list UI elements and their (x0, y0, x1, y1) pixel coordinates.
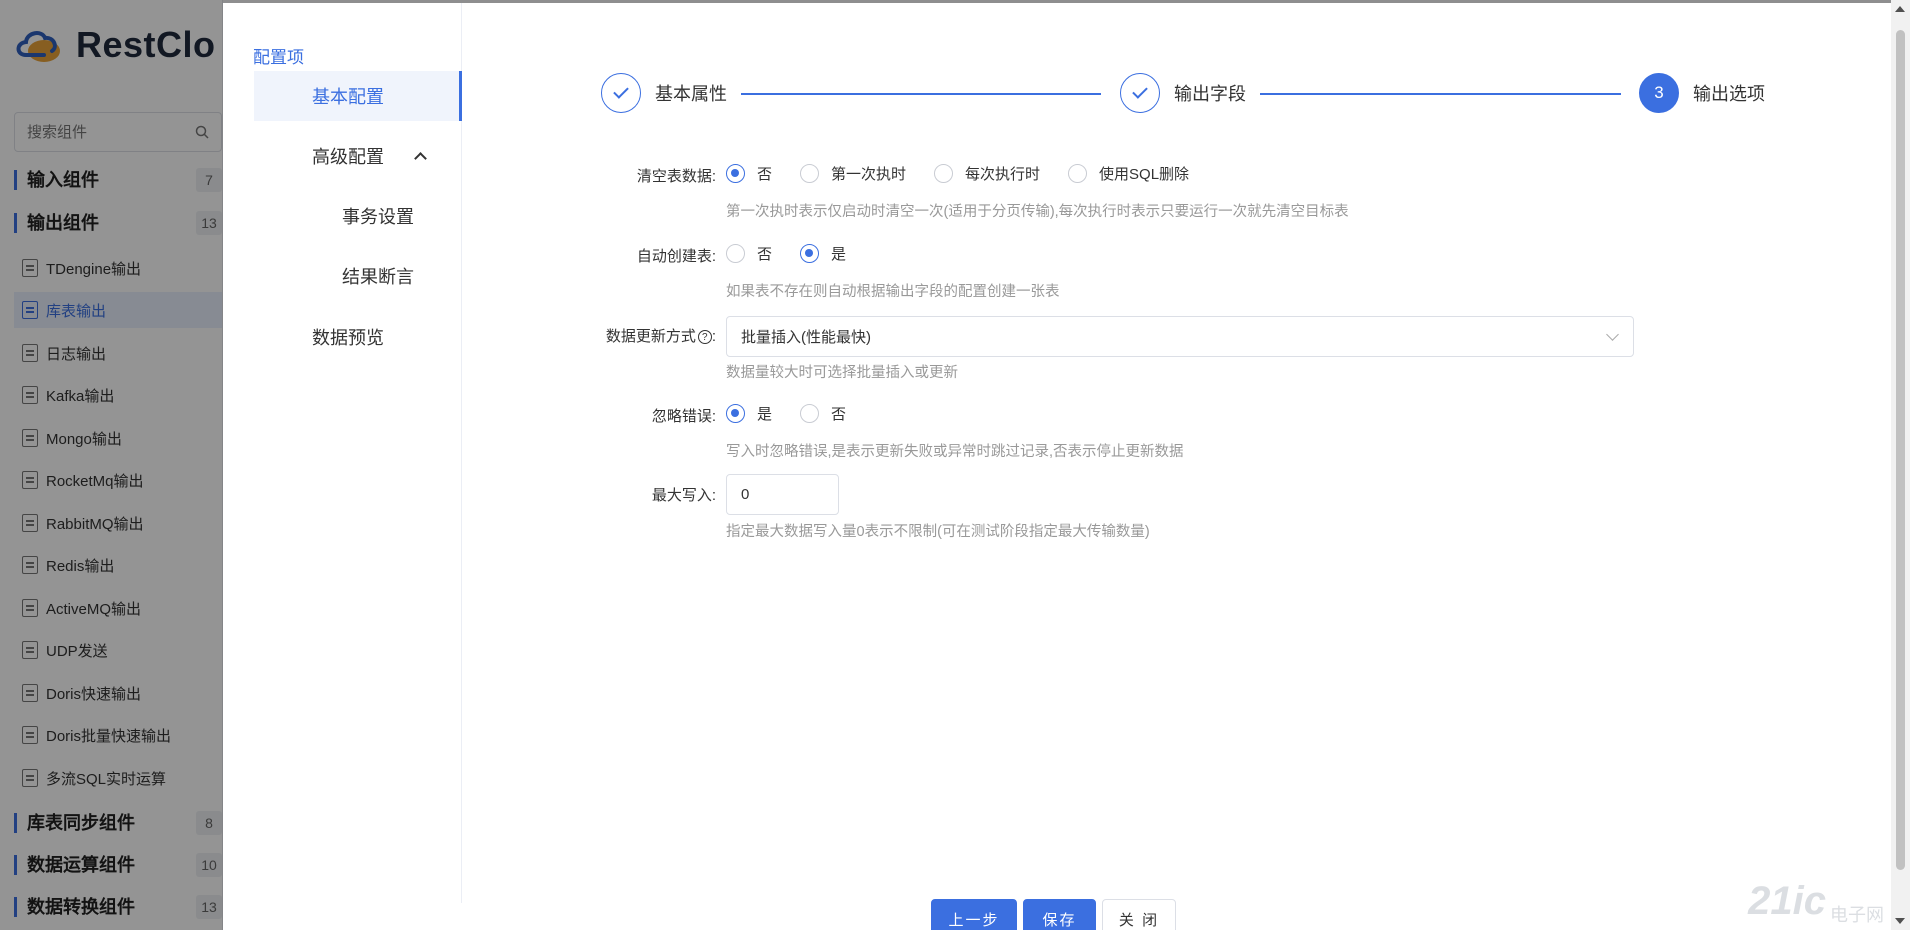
config-item-label: 事务设置 (342, 207, 414, 227)
watermark-text: 电子网 (1830, 905, 1884, 925)
auto-create-option-yes[interactable]: 是 (800, 243, 846, 264)
ignore-error-label: 忽略错误: (651, 408, 716, 425)
radio-label: 每次执行时 (965, 166, 1041, 183)
radio-label: 是 (757, 406, 773, 423)
radio-unchecked[interactable] (800, 164, 820, 183)
page-scrollbar[interactable] (1891, 0, 1910, 930)
config-item-preview[interactable]: 数据预览 (254, 312, 462, 362)
chevron-down-icon (1606, 327, 1619, 341)
step-number: 3 (1654, 83, 1664, 102)
config-item-advanced[interactable]: 高级配置 (254, 131, 462, 181)
step-2: 输出字段 (1120, 73, 1246, 113)
step-label: 基本属性 (655, 84, 727, 104)
radio-label: 第一次执时 (831, 166, 907, 183)
max-write-input[interactable] (726, 474, 839, 515)
watermark: 21ic 电子网 (1748, 879, 1884, 924)
radio-checked[interactable] (800, 244, 820, 263)
radio-unchecked[interactable] (800, 404, 820, 423)
help-icon[interactable]: ? (697, 330, 712, 345)
update-mode-label-colon: : (711, 328, 716, 345)
radio-checked[interactable] (726, 164, 745, 183)
radio-unchecked[interactable] (726, 244, 745, 263)
clear-table-option-first[interactable]: 第一次执时 (800, 163, 906, 184)
ignore-error-option-no[interactable]: 否 (800, 403, 846, 424)
ignore-error-hint: 写入时忽略错误,是表示更新失败或异常时跳过记录,否表示停止更新数据 (726, 444, 1184, 460)
scroll-thumb[interactable] (1896, 30, 1905, 870)
ignore-error-radio-group: 是 否 (726, 403, 874, 424)
auto-create-radio-group: 否 是 (726, 243, 874, 264)
clear-table-option-each[interactable]: 每次执行时 (934, 163, 1040, 184)
watermark-logo: 21ic (1748, 879, 1826, 923)
auto-create-label: 自动创建表: (636, 248, 716, 265)
max-write-label: 最大写入: (651, 487, 716, 504)
chevron-up-icon (414, 152, 427, 165)
step-done-circle (1120, 73, 1160, 113)
config-item-transaction[interactable]: 事务设置 (254, 191, 462, 241)
clear-table-hint: 第一次执时表示仅启动时清空一次(适用于分页传输),每次执行时表示只要运行一次就先… (726, 204, 1349, 220)
step-3: 3 输出选项 (1639, 73, 1765, 113)
clear-table-option-no[interactable]: 否 (726, 163, 772, 184)
step-connector (741, 93, 1101, 95)
radio-label: 使用SQL删除 (1099, 166, 1190, 183)
radio-unchecked[interactable] (1068, 164, 1088, 183)
config-item-assertion[interactable]: 结果断言 (254, 251, 462, 301)
update-mode-label: 数据更新方式?: (516, 325, 716, 346)
step-1: 基本属性 (601, 73, 727, 113)
output-config-dialog: 配置项 基本配置 高级配置 事务设置 结果断言 数据预览 基本属性 输出字段 3… (223, 3, 1891, 930)
config-item-label: 结果断言 (342, 267, 414, 287)
config-item-label: 数据预览 (312, 328, 384, 348)
scroll-down-arrow-icon[interactable] (1895, 918, 1905, 924)
auto-create-hint: 如果表不存在则自动根据输出字段的配置创建一张表 (726, 284, 1060, 300)
radio-label: 否 (831, 406, 847, 423)
config-title: 配置项 (253, 48, 304, 67)
step-done-circle (601, 73, 641, 113)
clear-table-radio-group: 否 第一次执时 每次执行时 使用SQL删除 (726, 163, 1217, 184)
radio-label: 是 (831, 246, 847, 263)
update-mode-hint: 数据量较大时可选择批量插入或更新 (726, 365, 958, 381)
prev-step-button[interactable]: 上一步 (931, 899, 1017, 930)
config-sidebar: 配置项 基本配置 高级配置 事务设置 结果断言 数据预览 (223, 3, 462, 903)
scroll-up-arrow-icon[interactable] (1895, 6, 1905, 12)
save-button[interactable]: 保存 (1023, 899, 1096, 930)
step-label: 输出字段 (1174, 84, 1246, 104)
check-icon (1132, 83, 1148, 99)
step-label: 输出选项 (1693, 84, 1765, 104)
radio-checked[interactable] (726, 404, 745, 423)
update-mode-label-text: 数据更新方式 (605, 328, 696, 345)
radio-label: 否 (757, 166, 773, 183)
max-write-hint: 指定最大数据写入量0表示不限制(可在测试阶段指定最大传输数量) (726, 524, 1150, 540)
update-mode-select[interactable]: 批量插入(性能最快) (726, 316, 1634, 357)
radio-label: 否 (757, 246, 773, 263)
config-item-basic[interactable]: 基本配置 (254, 71, 462, 121)
close-button[interactable]: 关 闭 (1102, 899, 1176, 930)
clear-table-option-sql[interactable]: 使用SQL删除 (1068, 163, 1189, 184)
step-connector (1260, 93, 1621, 95)
update-mode-value: 批量插入(性能最快) (741, 329, 871, 346)
clear-table-label: 清空表数据: (636, 168, 716, 185)
wizard-steps: 基本属性 输出字段 3 输出选项 (601, 73, 1765, 115)
step-current-circle: 3 (1639, 73, 1679, 113)
ignore-error-option-yes[interactable]: 是 (726, 403, 772, 424)
radio-unchecked[interactable] (934, 164, 954, 183)
config-item-label: 基本配置 (312, 87, 384, 107)
config-item-label: 高级配置 (312, 147, 384, 167)
check-icon (613, 83, 629, 99)
auto-create-option-no[interactable]: 否 (726, 243, 772, 264)
